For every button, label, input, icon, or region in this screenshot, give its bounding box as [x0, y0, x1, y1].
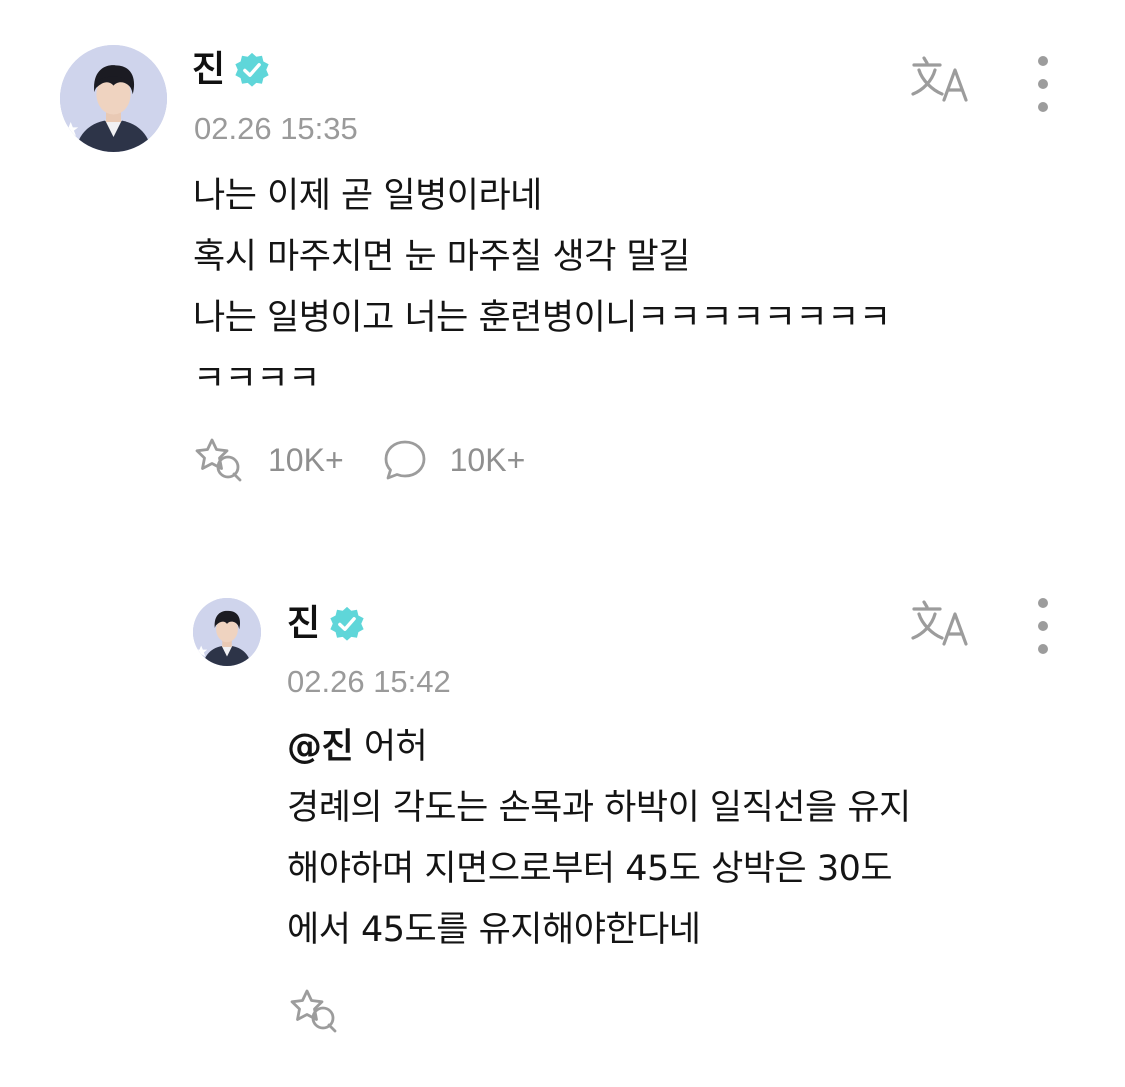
- reply-timestamp: 02.26 15:42: [287, 664, 451, 699]
- reply-author-name[interactable]: 진: [287, 602, 320, 646]
- post-timestamp: 02.26 15:35: [194, 111, 358, 146]
- reply-body-line: 경례의 각도는 손목과 하박이 일직선을 유지: [287, 788, 911, 828]
- more-vertical-icon-dot: [1038, 102, 1048, 112]
- reply-body: @진 어허 경례의 각도는 손목과 하박이 일직선을 유지 해야하며 지면으로부…: [287, 717, 1077, 961]
- post-body-line: 혹시 마주치면 눈 마주칠 생각 말길: [193, 237, 690, 277]
- verified-badge-icon: [235, 52, 269, 87]
- speech-bubble-icon: [384, 440, 426, 480]
- reply-first-line-text: 어허: [353, 727, 428, 767]
- reply-author-avatar[interactable]: [193, 598, 261, 666]
- more-options-button[interactable]: [1033, 598, 1053, 654]
- verified-badge-icon: [330, 606, 364, 641]
- post-body-line: 나는 일병이고 너는 훈련병이니ㅋㅋㅋㅋㅋㅋㅋㅋ: [193, 298, 891, 338]
- reply-author-row: 진: [287, 602, 366, 646]
- more-vertical-icon-dot: [1038, 598, 1048, 608]
- author-avatar[interactable]: [60, 45, 167, 152]
- translate-icon: [911, 600, 968, 646]
- reply-body-line: 해야하며 지면으로부터 45도 상박은 30도: [287, 849, 893, 889]
- avatar-portrait-icon: [60, 45, 167, 152]
- translate-icon: [911, 56, 968, 102]
- post-actions: 10K+ 10K+: [192, 437, 525, 483]
- avatar-portrait-icon: [193, 598, 261, 666]
- translate-button[interactable]: [910, 54, 972, 104]
- author-row: 진: [192, 48, 271, 92]
- star-hand-like-icon: [290, 989, 337, 1033]
- like-button[interactable]: 10K+: [192, 437, 344, 483]
- reply-actions: [287, 988, 341, 1034]
- reply: 진 02.26 15:42 @진 어허 경례의 각도는 손목과 하박이 일직선을…: [0, 560, 1125, 1087]
- more-vertical-icon-dot: [1038, 644, 1048, 654]
- star-hand-like-icon: [195, 438, 242, 482]
- comment-button[interactable]: 10K+: [382, 438, 526, 482]
- mention-link[interactable]: @진: [287, 727, 354, 767]
- more-vertical-icon-dot: [1038, 56, 1048, 66]
- more-options-button[interactable]: [1033, 56, 1053, 112]
- reply-body-line: 에서 45도를 유지해야한다네: [287, 910, 701, 950]
- reply-body-line: @진 어허: [287, 717, 1077, 778]
- more-vertical-icon-dot: [1038, 79, 1048, 89]
- post-body-line: ㅋㅋㅋㅋ: [193, 359, 320, 399]
- translate-button[interactable]: [910, 598, 972, 648]
- author-name[interactable]: 진: [192, 48, 225, 92]
- comment-count: 10K+: [449, 441, 526, 478]
- more-vertical-icon-dot: [1038, 621, 1048, 631]
- post: 진 02.26 15:35 나는 이제 곧 일병이라네 혹시 마주치면 눈 마주…: [0, 0, 1125, 520]
- post-body: 나는 이제 곧 일병이라네 혹시 마주치면 눈 마주칠 생각 말길 나는 일병이…: [193, 166, 1073, 410]
- like-button[interactable]: [287, 988, 341, 1034]
- post-body-line: 나는 이제 곧 일병이라네: [193, 176, 542, 216]
- like-count: 10K+: [268, 441, 344, 478]
